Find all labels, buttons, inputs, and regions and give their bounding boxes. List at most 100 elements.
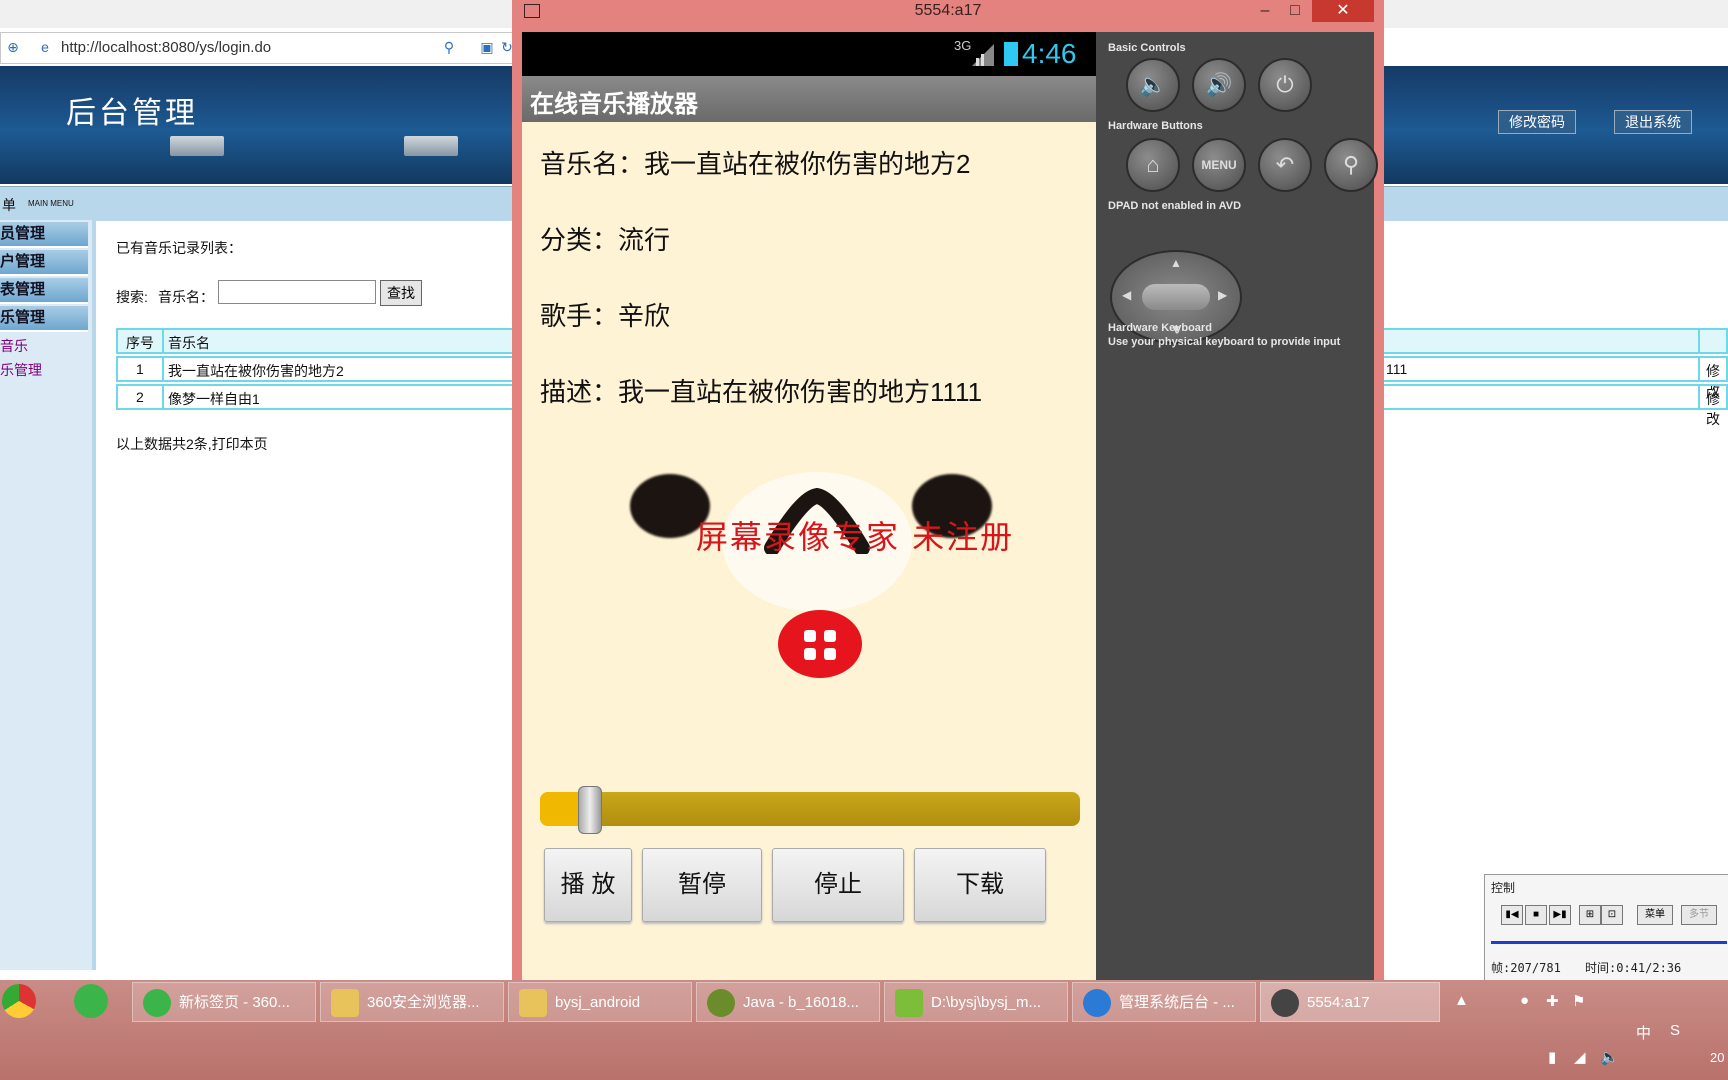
seek-bar[interactable]	[540, 786, 1080, 834]
menu-label-en: MAIN MENU	[28, 199, 74, 208]
clock: 20	[1710, 1050, 1725, 1065]
close-button[interactable]: ✕	[1312, 0, 1374, 22]
signal-tray-icon[interactable]: ◢	[1574, 1048, 1586, 1066]
network-type: 3G	[954, 38, 972, 53]
network-icon[interactable]: ▮	[1548, 1048, 1556, 1066]
search-input[interactable]	[218, 280, 376, 304]
banner-title: 后台管理	[66, 97, 198, 130]
rec-next-button[interactable]: ▶▮	[1549, 905, 1571, 925]
tray-app-icon[interactable]: ✚	[1546, 992, 1559, 1010]
row-music-name: 像梦一样自由1	[168, 391, 260, 407]
description-text: 描述：我一直站在被你伤害的地方1111	[540, 377, 983, 407]
app-title-bar: 在线音乐播放器	[522, 76, 1096, 122]
keyboard-title: Hardware Keyboard	[1108, 322, 1212, 334]
taskbar-item-label: 5554:a17	[1307, 994, 1370, 1011]
sidebar-link[interactable]: 音乐	[0, 336, 28, 356]
taskbar-item[interactable]: Java - b_16018...	[696, 982, 880, 1022]
recorder-watermark: 屏幕录像专家 未注册	[696, 518, 1015, 556]
admin-sidebar: 员管理 户管理 表管理 乐管理 音乐 乐管理	[0, 220, 96, 970]
dpad-left-icon[interactable]: ◀	[1122, 288, 1131, 302]
sidebar-item[interactable]: 户管理	[0, 250, 88, 276]
minimize-button[interactable]: –	[1250, 0, 1280, 22]
battery-icon	[1004, 42, 1018, 66]
rec-menu-button[interactable]: 菜单	[1637, 905, 1673, 925]
address-url[interactable]: http://localhost:8080/ys/login.do	[61, 39, 271, 56]
browser-360-icon[interactable]	[74, 984, 108, 1018]
signal-icon	[972, 44, 994, 66]
basic-controls-label: Basic Controls	[1108, 42, 1186, 54]
change-password-button[interactable]: 修改密码	[1498, 110, 1576, 134]
search-button[interactable]: 查找	[380, 280, 422, 306]
bear-mouth	[778, 610, 862, 678]
search-label: 搜索:	[116, 289, 148, 305]
ie-icon: e	[41, 39, 49, 55]
row-number: 1	[136, 361, 144, 377]
search-icon[interactable]: ⚲	[441, 39, 457, 55]
status-bar: 3G 4:46	[522, 32, 1096, 76]
search-icon[interactable]: ⚲	[1324, 138, 1378, 192]
monitor-graphic	[170, 136, 224, 156]
taskbar-item[interactable]: 管理系统后台 - ...	[1072, 982, 1256, 1022]
table-footer: 以上数据共2条,打印本页	[116, 436, 268, 452]
sidebar-item[interactable]: 员管理	[0, 222, 88, 248]
hardware-buttons-label: Hardware Buttons	[1108, 120, 1203, 132]
column-header: 音乐名	[168, 335, 210, 351]
taskbar-item[interactable]: 新标签页 - 360...	[132, 982, 316, 1022]
taskbar-item-label: 管理系统后台 - ...	[1119, 994, 1235, 1011]
row-music-name: 我一直站在被你伤害的地方2	[168, 363, 344, 379]
volume-down-icon[interactable]: 🔈	[1126, 58, 1180, 112]
rec-prev-button[interactable]: ▮◀	[1501, 905, 1523, 925]
rec-timeline[interactable]	[1491, 941, 1727, 944]
phone-screen: 3G 4:46 在线音乐播放器 音乐名：我一直站在被你伤害的地方2 分类：流行 …	[522, 32, 1096, 992]
back-icon[interactable]: ↶	[1258, 138, 1312, 192]
maximize-button[interactable]: □	[1280, 0, 1310, 22]
dpad-up-icon[interactable]: ▲	[1170, 256, 1182, 270]
sidebar-link[interactable]: 乐管理	[0, 360, 42, 380]
seek-thumb[interactable]	[578, 786, 602, 834]
sogou-icon[interactable]: S	[1670, 1022, 1680, 1039]
tray-expand-icon[interactable]: ▲	[1454, 992, 1469, 1009]
taskbar-item[interactable]: bysj_android	[508, 982, 692, 1022]
rec-full-button[interactable]: ⊞	[1579, 905, 1601, 925]
dpad-right-icon[interactable]: ▶	[1218, 288, 1227, 302]
app-title: 在线音乐播放器	[530, 91, 698, 118]
taskbar-item[interactable]: 360安全浏览器...	[320, 982, 504, 1022]
taskbar-item-label: D:\bysj\bysj_m...	[931, 994, 1042, 1011]
pause-button[interactable]: 暂停	[642, 848, 762, 922]
rec-extra-button[interactable]: 多节	[1681, 905, 1717, 925]
menu-button[interactable]: MENU	[1192, 138, 1246, 192]
dpad-note: DPAD not enabled in AVD	[1108, 200, 1242, 212]
emulator-controls-panel: Basic Controls 🔈 🔊 ⏻ Hardware Buttons ⌂ …	[1096, 32, 1378, 992]
download-button[interactable]: 下载	[914, 848, 1046, 922]
singer-text: 歌手：辛欣	[540, 301, 671, 331]
sidebar-item[interactable]: 乐管理	[0, 306, 88, 332]
sidebar-item[interactable]: 表管理	[0, 278, 88, 304]
ime-indicator[interactable]: 中	[1636, 1022, 1651, 1043]
column-header: 序号	[126, 335, 154, 351]
address-bar[interactable]: ⊕ e http://localhost:8080/ys/login.do ⚲ …	[0, 32, 522, 64]
play-button[interactable]: 播 放	[544, 848, 632, 922]
taskbar-item[interactable]: D:\bysj\bysj_m...	[884, 982, 1068, 1022]
row-description: 111	[1386, 361, 1408, 377]
power-icon[interactable]: ⏻	[1258, 58, 1312, 112]
rec-fit-button[interactable]: ⊡	[1601, 905, 1623, 925]
rec-frames: 帧:207/781	[1491, 961, 1561, 975]
taskbar-item[interactable]: 5554:a17	[1260, 982, 1440, 1022]
edit-link[interactable]: 修改	[1706, 389, 1726, 429]
list-title: 已有音乐记录列表：	[116, 240, 242, 256]
volume-up-icon[interactable]: 🔊	[1192, 58, 1246, 112]
stop-button[interactable]: 停止	[772, 848, 904, 922]
back-icon[interactable]: ⊕	[5, 39, 21, 55]
volume-icon[interactable]: 🔈	[1600, 1048, 1619, 1066]
taskbar: 新标签页 - 360... 360安全浏览器... bysj_android J…	[0, 980, 1728, 1080]
taskbar-item-label: bysj_android	[555, 994, 641, 1011]
tray-app-icon[interactable]: ●	[1520, 992, 1529, 1009]
home-icon[interactable]: ⌂	[1126, 138, 1180, 192]
chrome-icon[interactable]	[2, 984, 36, 1018]
logout-button[interactable]: 退出系统	[1614, 110, 1692, 134]
search-field-label: 音乐名：	[158, 289, 214, 305]
tray-flag-icon[interactable]: ⚑	[1572, 992, 1585, 1010]
rec-stop-button[interactable]: ■	[1525, 905, 1547, 925]
taskbar-item-label: Java - b_16018...	[743, 994, 859, 1011]
compat-icon[interactable]: ▣	[479, 39, 495, 55]
